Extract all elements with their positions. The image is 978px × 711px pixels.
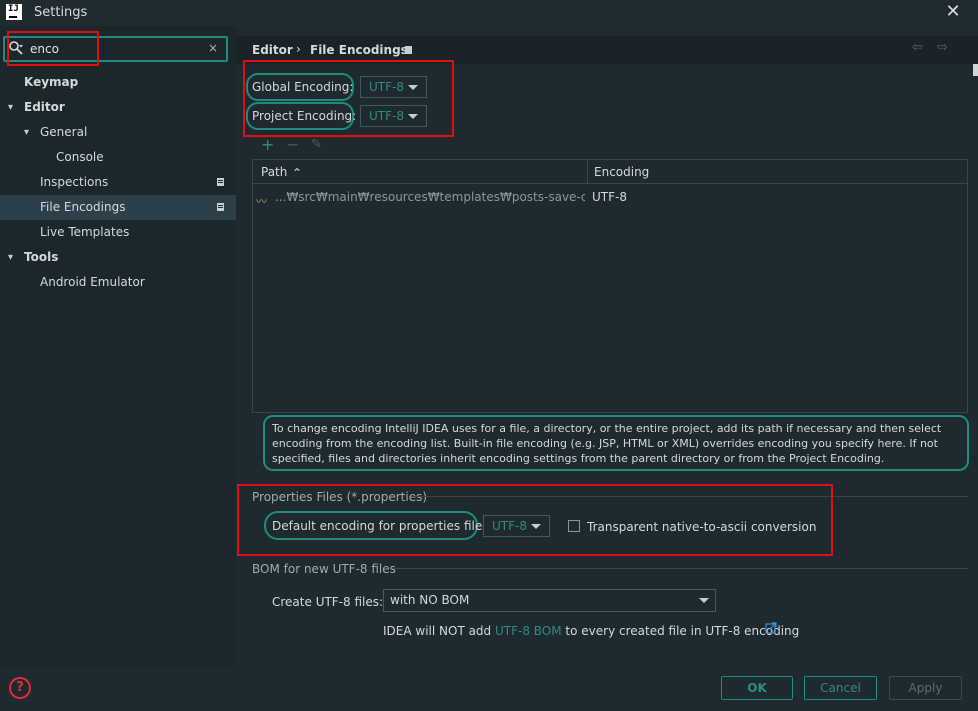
section-divider xyxy=(392,568,968,569)
sidebar-item-label: Tools xyxy=(24,250,59,264)
sidebar-item-live-templates[interactable]: Live Templates xyxy=(0,220,236,245)
column-header-encoding[interactable]: Encoding xyxy=(594,165,649,179)
project-scope-icon xyxy=(405,46,412,54)
sidebar-item-inspections[interactable]: Inspections xyxy=(0,170,236,195)
scrollbar-thumb[interactable] xyxy=(973,64,978,76)
encoding-highlight-annotation xyxy=(243,60,454,137)
intellij-app-icon: IJ xyxy=(6,4,22,20)
ok-button[interactable]: OK xyxy=(721,676,793,700)
edit-path-button[interactable]: ✎ xyxy=(311,137,322,153)
properties-highlight-annotation xyxy=(237,484,833,556)
add-path-button[interactable]: + xyxy=(261,137,274,153)
table-header-divider xyxy=(253,183,967,184)
sidebar-item-keymap[interactable]: Keymap xyxy=(0,70,236,95)
sidebar-item-label: Keymap xyxy=(24,75,79,89)
breadcrumb-separator: › xyxy=(296,42,301,56)
sidebar-item-file-encodings[interactable]: File Encodings xyxy=(0,195,236,220)
encoding-help-text: To change encoding IntelliJ IDEA uses fo… xyxy=(272,422,942,465)
sidebar-item-console[interactable]: Console xyxy=(0,145,236,170)
apply-button[interactable]: Apply xyxy=(889,676,962,700)
sidebar-item-label: Console xyxy=(56,150,104,164)
page-title: File Encodings xyxy=(310,43,408,57)
sort-ascending-icon[interactable]: ⌃ xyxy=(292,166,302,180)
window-title: Settings xyxy=(34,5,88,20)
breadcrumb-parent: Editor xyxy=(252,43,293,57)
sidebar-item-label: Android Emulator xyxy=(40,275,145,289)
chevron-down-icon xyxy=(699,598,709,603)
bom-note: IDEA will NOT add UTF-8 BOM to every cre… xyxy=(383,624,799,638)
back-arrow-icon[interactable]: ⇦ xyxy=(912,40,923,55)
sidebar-item-general[interactable]: ▾ General xyxy=(0,120,236,145)
table-row-path[interactable]: ...₩src₩main₩resources₩templates₩posts-s… xyxy=(275,190,585,204)
chevron-down-icon[interactable]: ▾ xyxy=(8,245,18,270)
help-button[interactable]: ? xyxy=(9,677,31,699)
create-utf8-value: with NO BOM xyxy=(390,593,470,607)
remove-path-button[interactable]: − xyxy=(286,137,299,153)
column-divider xyxy=(587,160,588,183)
external-link-icon[interactable] xyxy=(765,622,777,634)
sidebar-item-android-emulator[interactable]: Android Emulator xyxy=(0,270,236,295)
resource-folder-icon: 〰 xyxy=(256,195,267,208)
sidebar-item-editor[interactable]: ▾ Editor xyxy=(0,95,236,120)
sidebar-item-label: Live Templates xyxy=(40,225,130,239)
chevron-down-icon[interactable]: ▾ xyxy=(24,120,34,145)
forward-arrow-icon[interactable]: ⇨ xyxy=(937,40,948,55)
chevron-down-icon[interactable]: ▾ xyxy=(8,95,18,120)
cancel-button[interactable]: Cancel xyxy=(804,676,877,700)
sidebar-item-label: Inspections xyxy=(40,175,109,189)
sidebar-item-label: File Encodings xyxy=(40,200,126,214)
create-utf8-label: Create UTF-8 files: xyxy=(272,595,384,609)
column-header-path[interactable]: Path xyxy=(261,165,287,179)
create-utf8-dropdown[interactable]: with NO BOM xyxy=(383,589,716,612)
project-scope-icon xyxy=(217,178,224,186)
search-highlight-annotation xyxy=(7,31,99,66)
clear-search-icon[interactable]: × xyxy=(206,40,220,56)
table-row-encoding[interactable]: UTF-8 xyxy=(592,190,627,204)
utf8-bom-link[interactable]: UTF-8 BOM xyxy=(495,624,562,638)
sidebar-item-tools[interactable]: ▾ Tools xyxy=(0,245,236,270)
sidebar-item-label: General xyxy=(40,125,88,139)
bom-section-title: BOM for new UTF-8 files xyxy=(252,562,396,576)
title-bar xyxy=(0,0,978,26)
bom-note-suffix: to every created file in UTF-8 encoding xyxy=(561,624,800,638)
sidebar-item-label: Editor xyxy=(24,100,65,114)
bom-note-prefix: IDEA will NOT add xyxy=(383,624,495,638)
close-window-button[interactable]: ✕ xyxy=(943,1,963,23)
project-scope-icon xyxy=(217,203,224,211)
